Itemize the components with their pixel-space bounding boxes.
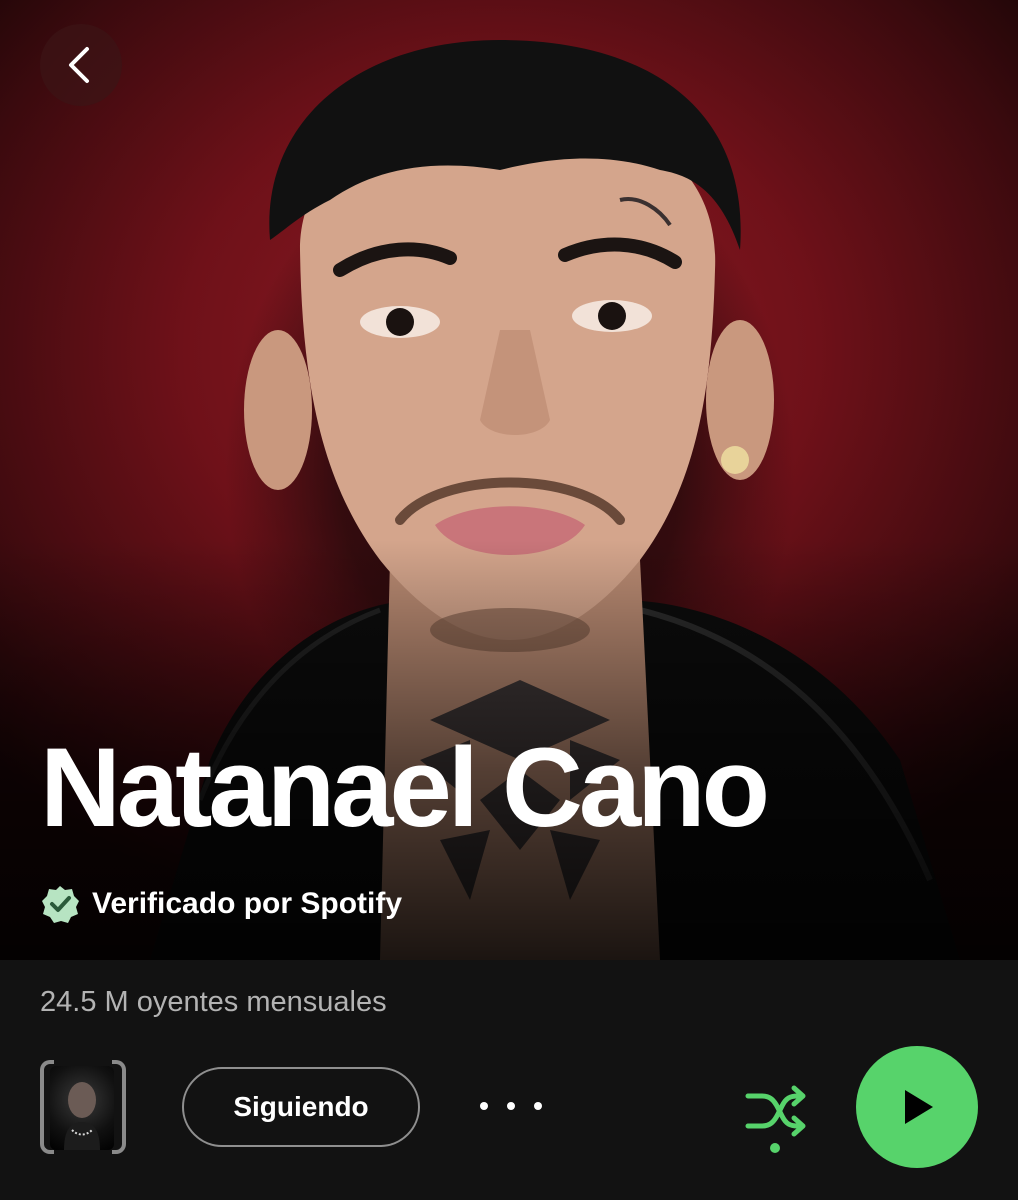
artist-preview-thumbnail[interactable] [40,1060,126,1154]
play-icon [905,1090,933,1124]
shuffle-button[interactable] [740,1078,810,1158]
more-dot [507,1102,515,1110]
shuffle-icon [745,1085,806,1153]
back-button[interactable] [40,24,122,106]
more-options-icon[interactable] [480,1086,542,1126]
verified-row: Verificado por Spotify [40,884,402,924]
more-dot [534,1102,542,1110]
more-dot [480,1102,488,1110]
chevron-left-icon [69,47,89,83]
artist-name: Natanael Cano [40,725,770,850]
thumbnail-frame-right [112,1060,126,1154]
play-button[interactable] [856,1046,978,1168]
verified-badge-icon [42,886,79,923]
thumbnail-image [50,1066,114,1150]
verified-label: Verificado por Spotify [92,887,403,920]
monthly-listeners: 24.5 M oyentes mensuales [40,986,387,1018]
following-button[interactable]: Siguiendo [182,1067,420,1147]
